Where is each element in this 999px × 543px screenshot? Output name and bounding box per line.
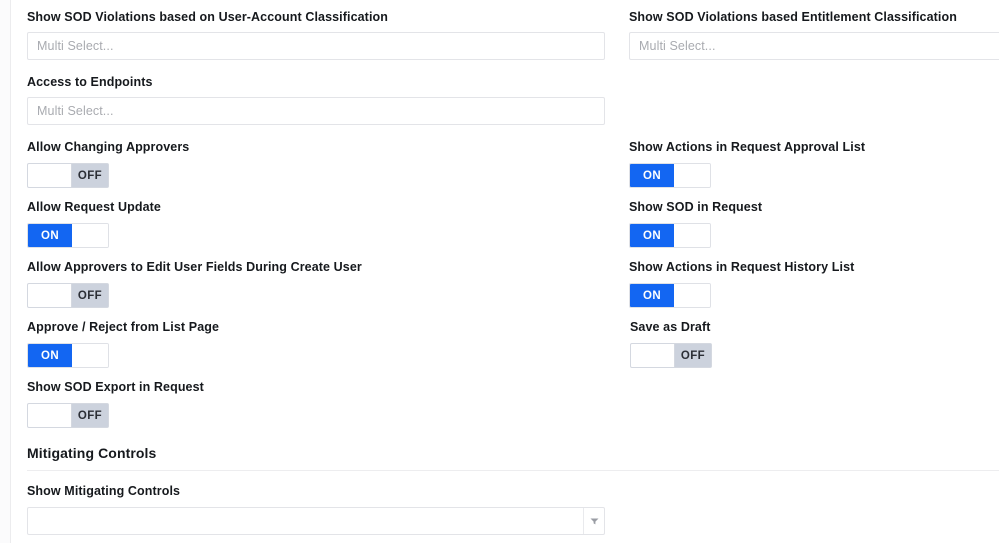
- field-show-sod-violations-entitlement: Show SOD Violations based Entitlement Cl…: [629, 10, 999, 60]
- toggle-knob: [674, 284, 710, 307]
- field-show-actions-in-request-approval-list: Show Actions in Request Approval List ON: [629, 140, 865, 188]
- mitigating-controls-section: Mitigating Controls: [27, 445, 999, 471]
- toggle-allow-request-update[interactable]: ON: [27, 223, 109, 248]
- toggle-knob: [28, 284, 72, 307]
- label-access-to-endpoints: Access to Endpoints: [27, 75, 153, 89]
- toggle-state-label: OFF: [72, 284, 108, 307]
- multiselect-show-sod-violations-entitlement[interactable]: Multi Select...: [629, 32, 999, 60]
- toggle-state-label: ON: [630, 284, 674, 307]
- settings-grid: Show SOD Violations based on User-Accoun…: [12, 0, 999, 543]
- field-approve-reject-from-list-page: Approve / Reject from List Page ON: [27, 320, 219, 368]
- settings-page: Show SOD Violations based on User-Accoun…: [12, 0, 999, 543]
- field-show-actions-in-request-history-list: Show Actions in Request History List ON: [629, 260, 854, 308]
- multiselect-placeholder: Multi Select...: [639, 39, 716, 53]
- field-show-mitigating-controls: Show Mitigating Controls: [27, 484, 605, 535]
- toggle-knob: [674, 224, 710, 247]
- section-divider: [27, 470, 999, 471]
- toggle-state-label: ON: [28, 344, 72, 367]
- page-left-gutter: [0, 0, 11, 543]
- toggle-knob: [28, 404, 72, 427]
- toggle-knob: [674, 164, 710, 187]
- toggle-knob: [631, 344, 675, 367]
- field-allow-changing-approvers: Allow Changing Approvers OFF: [27, 140, 189, 188]
- label-show-sod-in-request: Show SOD in Request: [629, 200, 763, 214]
- label-show-sod-violations-entitlement: Show SOD Violations based Entitlement Cl…: [629, 10, 957, 24]
- toggle-save-as-draft[interactable]: OFF: [630, 343, 712, 368]
- toggle-state-label: ON: [630, 164, 674, 187]
- label-allow-approvers-edit-user-fields: Allow Approvers to Edit User Fields Duri…: [27, 260, 362, 274]
- label-save-as-draft: Save as Draft: [630, 320, 711, 334]
- toggle-approve-reject-from-list-page[interactable]: ON: [27, 343, 109, 368]
- multiselect-show-sod-violations-user-account[interactable]: Multi Select...: [27, 32, 605, 60]
- field-show-sod-export-in-request: Show SOD Export in Request OFF: [27, 380, 204, 428]
- label-show-actions-in-request-approval-list: Show Actions in Request Approval List: [629, 140, 866, 154]
- toggle-allow-approvers-edit-user-fields[interactable]: OFF: [27, 283, 109, 308]
- toggle-show-sod-export-in-request[interactable]: OFF: [27, 403, 109, 428]
- toggle-show-sod-in-request[interactable]: ON: [629, 223, 711, 248]
- toggle-show-actions-in-request-history-list[interactable]: ON: [629, 283, 711, 308]
- toggle-state-label: OFF: [72, 404, 108, 427]
- field-show-sod-in-request: Show SOD in Request ON: [629, 200, 762, 248]
- label-approve-reject-from-list-page: Approve / Reject from List Page: [27, 320, 220, 334]
- select-value: [28, 508, 583, 534]
- field-show-sod-violations-user-account: Show SOD Violations based on User-Accoun…: [27, 10, 605, 60]
- mitigating-controls-heading: Mitigating Controls: [27, 445, 157, 461]
- caret-down-icon[interactable]: [583, 508, 604, 534]
- field-allow-request-update: Allow Request Update ON: [27, 200, 161, 248]
- label-show-sod-export-in-request: Show SOD Export in Request: [27, 380, 204, 394]
- multiselect-placeholder: Multi Select...: [37, 104, 114, 118]
- toggle-state-label: ON: [630, 224, 674, 247]
- toggle-state-label: ON: [28, 224, 72, 247]
- label-allow-changing-approvers: Allow Changing Approvers: [27, 140, 190, 154]
- toggle-state-label: OFF: [675, 344, 711, 367]
- label-show-actions-in-request-history-list: Show Actions in Request History List: [629, 260, 855, 274]
- toggle-knob: [72, 344, 108, 367]
- toggle-show-actions-in-request-approval-list[interactable]: ON: [629, 163, 711, 188]
- field-save-as-draft: Save as Draft OFF: [630, 320, 712, 368]
- label-show-sod-violations-user-account: Show SOD Violations based on User-Accoun…: [27, 10, 388, 24]
- label-show-mitigating-controls: Show Mitigating Controls: [27, 484, 181, 498]
- toggle-knob: [28, 164, 72, 187]
- toggle-allow-changing-approvers[interactable]: OFF: [27, 163, 109, 188]
- label-allow-request-update: Allow Request Update: [27, 200, 161, 214]
- multiselect-access-to-endpoints[interactable]: Multi Select...: [27, 97, 605, 125]
- toggle-knob: [72, 224, 108, 247]
- field-allow-approvers-edit-user-fields: Allow Approvers to Edit User Fields Duri…: [27, 260, 362, 308]
- toggle-state-label: OFF: [72, 164, 108, 187]
- multiselect-placeholder: Multi Select...: [37, 39, 114, 53]
- field-access-to-endpoints: Access to Endpoints Multi Select...: [27, 75, 605, 125]
- select-show-mitigating-controls[interactable]: [27, 507, 605, 535]
